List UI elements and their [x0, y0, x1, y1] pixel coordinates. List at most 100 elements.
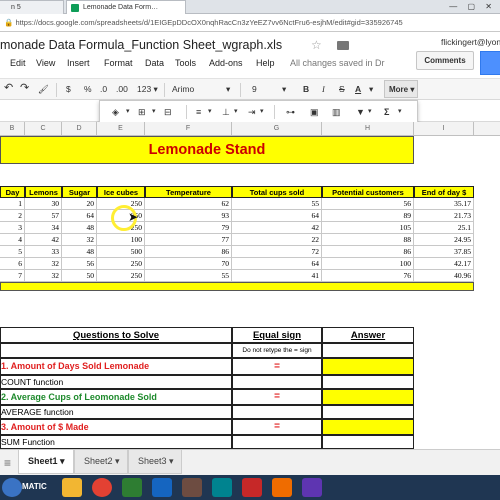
- table-cell[interactable]: 2: [0, 210, 25, 222]
- merge-cells-icon[interactable]: ⊟: [164, 107, 172, 118]
- table-cell[interactable]: 86: [145, 246, 232, 258]
- table-cell[interactable]: 6: [0, 258, 25, 270]
- table-cell[interactable]: 70: [145, 258, 232, 270]
- menu-help[interactable]: Help: [256, 58, 275, 68]
- table-cell[interactable]: 56: [322, 198, 414, 210]
- table-cell[interactable]: 500: [97, 246, 145, 258]
- table-cell[interactable]: 32: [62, 234, 97, 246]
- text-color-button[interactable]: A: [355, 84, 361, 94]
- share-button[interactable]: [480, 51, 500, 75]
- chevron-down-icon[interactable]: ▾: [226, 84, 230, 95]
- equal-sign-header[interactable]: Equal sign: [232, 327, 322, 343]
- blank-cell[interactable]: [322, 343, 414, 358]
- app-icon[interactable]: [272, 478, 292, 497]
- table-cell[interactable]: 55: [232, 198, 322, 210]
- increase-decimal-button[interactable]: .00: [116, 84, 128, 94]
- functions-icon[interactable]: Σ: [384, 107, 389, 117]
- column-header-c[interactable]: C: [25, 122, 62, 136]
- browser-tab-active[interactable]: Lemonade Data Form…: [66, 0, 186, 14]
- filter-icon[interactable]: ▼: [356, 107, 365, 117]
- table-cell[interactable]: 42: [232, 222, 322, 234]
- blank-cell[interactable]: [232, 405, 322, 419]
- blank-cell[interactable]: [322, 435, 414, 449]
- table-cell[interactable]: 250: [97, 258, 145, 270]
- question-3[interactable]: 3. Amount of $ Made: [0, 419, 232, 435]
- table-cell[interactable]: 37.85: [414, 246, 474, 258]
- italic-button[interactable]: I: [322, 84, 325, 94]
- app-icon[interactable]: [242, 478, 262, 497]
- table-cell[interactable]: 30: [25, 198, 62, 210]
- blank-cell[interactable]: [0, 343, 232, 358]
- table-cell[interactable]: 42: [25, 234, 62, 246]
- menu-tools[interactable]: Tools: [175, 58, 196, 68]
- table-cell[interactable]: 64: [232, 210, 322, 222]
- header-cell-customers[interactable]: Potential customers: [322, 186, 414, 198]
- redo-icon[interactable]: ↷: [20, 81, 29, 94]
- table-cell[interactable]: 4: [0, 234, 25, 246]
- start-button-icon[interactable]: [2, 478, 22, 497]
- app-icon[interactable]: [212, 478, 232, 497]
- table-cell[interactable]: 93: [145, 210, 232, 222]
- table-cell[interactable]: 72: [232, 246, 322, 258]
- table-cell[interactable]: 41: [232, 270, 322, 282]
- table-cell[interactable]: 100: [322, 258, 414, 270]
- sheet-tab-1[interactable]: Sheet1 ▾: [18, 450, 74, 474]
- fill-color-icon[interactable]: ◈: [112, 107, 119, 118]
- browser-tab-1[interactable]: n 5: [0, 0, 64, 14]
- chevron-down-icon[interactable]: ▾: [369, 84, 373, 95]
- question-1[interactable]: 1. Amount of Days Sold Lemonade: [0, 358, 232, 375]
- table-cell[interactable]: 25.1: [414, 222, 474, 234]
- blank-cell[interactable]: [232, 435, 322, 449]
- menu-edit[interactable]: Edit: [10, 58, 26, 68]
- answer-cell-2[interactable]: [322, 389, 414, 405]
- table-cell[interactable]: 57: [25, 210, 62, 222]
- menu-addons[interactable]: Add-ons: [209, 58, 243, 68]
- question-3-equal[interactable]: =: [232, 419, 322, 435]
- question-2-equal[interactable]: =: [232, 389, 322, 405]
- header-cell-day[interactable]: Day: [0, 186, 25, 198]
- column-header-f[interactable]: F: [145, 122, 232, 136]
- chevron-down-icon[interactable]: ▾: [260, 107, 264, 115]
- currency-button[interactable]: $: [66, 84, 71, 94]
- insert-link-icon[interactable]: ⊶: [286, 107, 295, 118]
- table-cell[interactable]: 56: [62, 258, 97, 270]
- number-format-dropdown[interactable]: 123 ▾: [137, 84, 158, 95]
- answer-cell-3[interactable]: [322, 419, 414, 435]
- address-bar[interactable]: 🔒 https://docs.google.com/spreadsheets/d…: [0, 14, 500, 32]
- column-header-g[interactable]: G: [232, 122, 322, 136]
- table-cell[interactable]: 3: [0, 222, 25, 234]
- function-hint-2[interactable]: AVERAGE function: [0, 405, 232, 419]
- header-cell-lemons[interactable]: Lemons: [25, 186, 62, 198]
- column-header-i[interactable]: I: [414, 122, 474, 136]
- text-wrap-icon[interactable]: ⇥: [248, 107, 256, 118]
- percent-button[interactable]: %: [84, 84, 92, 94]
- chevron-down-icon[interactable]: ▾: [282, 84, 286, 95]
- question-1-equal[interactable]: =: [232, 358, 322, 375]
- table-cell[interactable]: 250: [97, 270, 145, 282]
- decrease-decimal-button[interactable]: .0: [100, 84, 107, 94]
- table-cell[interactable]: 1: [0, 198, 25, 210]
- table-cell[interactable]: 62: [145, 198, 232, 210]
- folder-icon[interactable]: [337, 41, 349, 50]
- chevron-down-icon[interactable]: ▾: [126, 107, 130, 115]
- chevron-down-icon[interactable]: ▾: [368, 107, 372, 115]
- app-icon[interactable]: [182, 478, 202, 497]
- sheet-title-cell[interactable]: Lemonade Stand: [0, 136, 414, 164]
- table-cell[interactable]: 48: [62, 222, 97, 234]
- table-cell[interactable]: 64: [62, 210, 97, 222]
- insert-comment-icon[interactable]: ▣: [310, 107, 319, 118]
- align-horizontal-icon[interactable]: ≡: [196, 107, 201, 117]
- app-icon[interactable]: [152, 478, 172, 497]
- document-title[interactable]: monade Data Formula_Function Sheet_wgrap…: [0, 38, 282, 52]
- table-cell[interactable]: 50: [62, 270, 97, 282]
- table-cell[interactable]: 88: [322, 234, 414, 246]
- header-cell-ice[interactable]: Ice cubes: [97, 186, 145, 198]
- sheet-tab-3[interactable]: Sheet3 ▾: [128, 450, 182, 474]
- highlight-row[interactable]: [0, 282, 474, 291]
- header-cell-end-of-day[interactable]: End of day $: [414, 186, 474, 198]
- star-icon[interactable]: ☆: [311, 38, 322, 52]
- chevron-down-icon[interactable]: ▾: [208, 107, 212, 115]
- table-cell[interactable]: 89: [322, 210, 414, 222]
- menu-view[interactable]: View: [36, 58, 55, 68]
- table-cell[interactable]: 48: [62, 246, 97, 258]
